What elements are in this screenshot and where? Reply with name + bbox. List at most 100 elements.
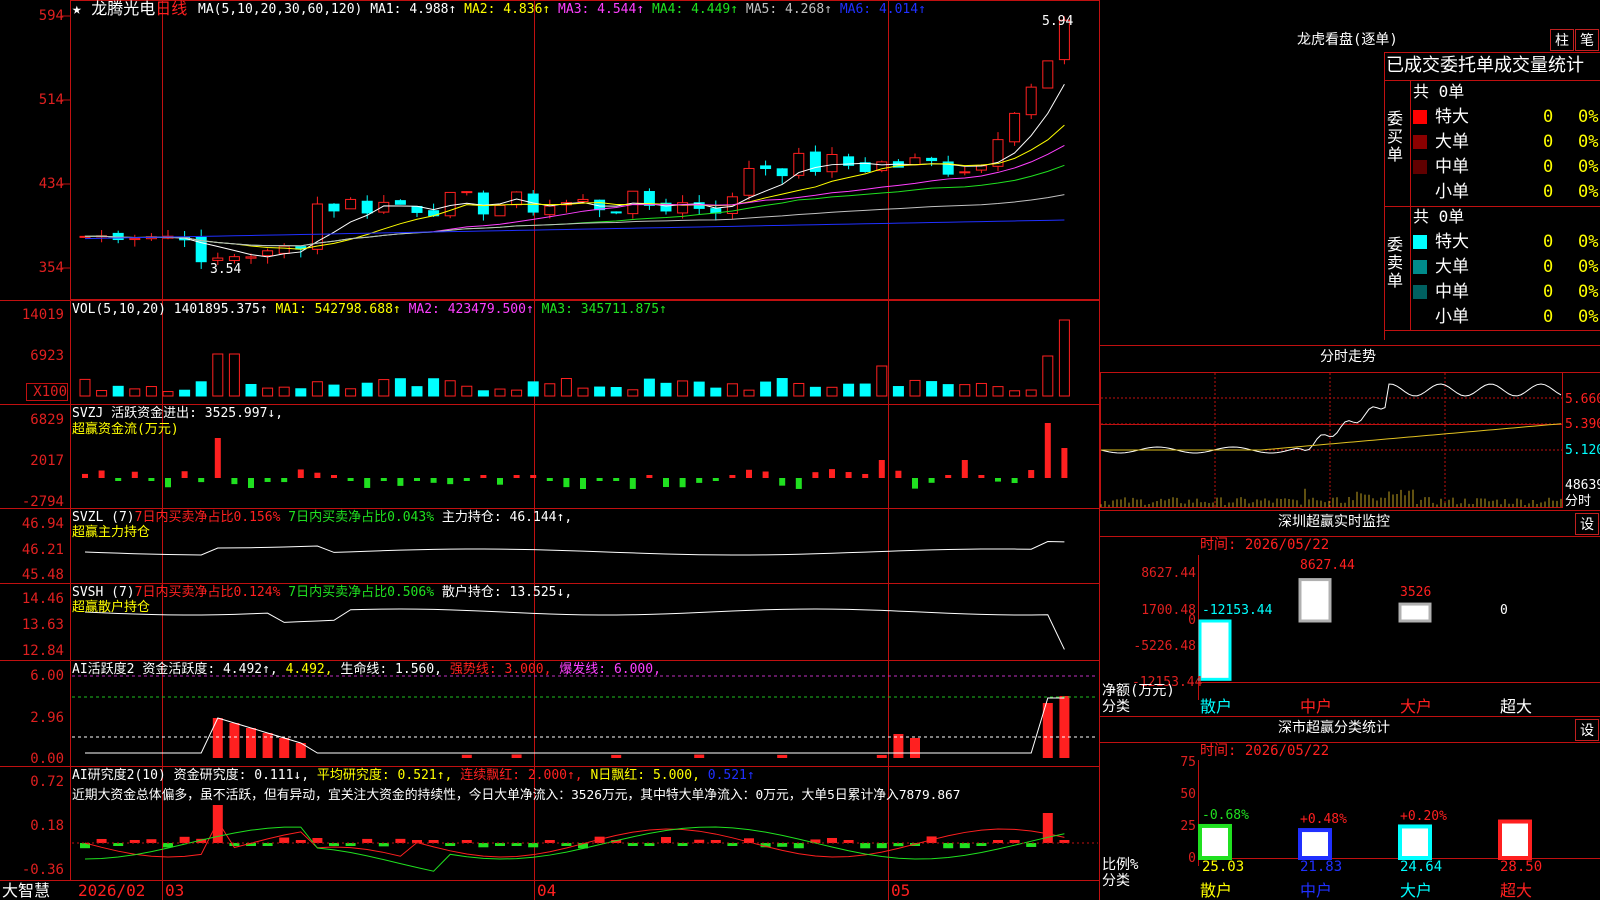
ai-yanjiu-c: 连续飘红: 2.000↑, xyxy=(460,768,583,783)
svzl-a: 7日内买卖净占比0.156% xyxy=(134,510,281,525)
ma30-line xyxy=(84,164,1065,247)
candle-body xyxy=(959,171,971,174)
ma10-line xyxy=(84,124,1065,250)
ai-huoyue-bar xyxy=(893,734,904,758)
ma6-value: MA6: 4.014↑ xyxy=(839,2,926,17)
volume-bar xyxy=(145,386,157,397)
volume-bar xyxy=(129,388,141,397)
svzj-bar xyxy=(414,478,420,481)
favorite-star-icon[interactable]: ★ xyxy=(72,0,82,18)
ai-huoyue-bar xyxy=(246,728,256,758)
row-name: 小单 xyxy=(1435,182,1469,202)
volume-bar xyxy=(975,382,987,397)
sz-cat-label: 分类 xyxy=(1102,699,1130,715)
volume-bar xyxy=(179,389,191,397)
fl-change-1: -0.68% xyxy=(1202,808,1249,823)
svzj-bar xyxy=(430,478,437,483)
sz-cat-4: 超大 xyxy=(1500,697,1533,716)
svzj-bar xyxy=(297,469,304,478)
volume-bar xyxy=(660,382,672,397)
svzj-bar xyxy=(779,478,786,486)
bar-mode-button[interactable]: 柱 xyxy=(1550,29,1574,51)
sz-monitor-title: 深圳超赢实时监控 xyxy=(1278,514,1390,530)
ai-yanjiu-bar xyxy=(943,843,954,849)
svsh-axis-3: 12.84 xyxy=(21,643,64,659)
volume-bar xyxy=(909,379,921,397)
ai-yanjiu-bar xyxy=(146,839,157,843)
candle-body xyxy=(345,198,357,210)
ai-yanjiu-bar xyxy=(860,843,871,849)
ai-huoyue-c: 生命线: 1.560, xyxy=(340,662,443,677)
main-chart-canvas[interactable] xyxy=(0,0,1600,900)
svzj-bar xyxy=(148,478,155,481)
svzj-bar xyxy=(762,471,769,478)
ai-huoyue-bar xyxy=(910,738,920,758)
candle-body xyxy=(776,168,788,177)
row-value: 0 xyxy=(1543,107,1554,127)
ai-yanjiu-bar xyxy=(179,836,190,843)
ai-huoyue-axis-1: 6.00 xyxy=(30,668,64,684)
volume-bar xyxy=(826,386,838,397)
svzj-bar xyxy=(480,475,487,478)
svzj-bar xyxy=(729,475,736,478)
ai-huoyue-legend: AI活跃度2 资金活跃度: 4.492↑, 4.492, 生命线: 1.560,… xyxy=(72,662,661,677)
candle-body xyxy=(378,201,390,213)
period-label[interactable]: 日线 xyxy=(155,0,187,18)
vol-legend: VOL(5,10,20) 1401895.375↑ MA1: 542798.68… xyxy=(72,302,667,317)
fenshi-axis-3: 5.120 xyxy=(1565,443,1600,458)
color-swatch-icon xyxy=(1413,260,1427,274)
date-axis-4: 05 xyxy=(891,881,911,900)
vol-ma3: MA3: 345711.875↑ xyxy=(541,302,667,317)
svzj-bar xyxy=(530,475,537,478)
sz-cat-1: 散户 xyxy=(1200,697,1233,716)
candle-body xyxy=(278,245,290,254)
svzj-bar xyxy=(912,478,918,489)
svzj-axis-2: 2017 xyxy=(30,453,64,469)
svzj-bar xyxy=(878,460,885,478)
fl-settings-button[interactable]: 设 xyxy=(1575,719,1599,741)
svzj-bar xyxy=(895,470,902,478)
svzj-bar xyxy=(281,478,288,483)
row-value: 0 xyxy=(1543,132,1554,152)
vol-unit-badge[interactable]: X100 xyxy=(26,383,68,401)
candle-body xyxy=(394,200,406,205)
candle-body xyxy=(876,161,888,172)
ai-yanjiu-name: AI研究度2(10) xyxy=(72,768,166,783)
ai-huoyue-bar xyxy=(876,754,887,758)
fenshi-axis-4: 48639 xyxy=(1565,478,1600,493)
svzl-b: 7日内买卖净占比0.043% xyxy=(288,510,435,525)
svzj-name: SVZJ xyxy=(72,406,104,421)
volume-bar xyxy=(1058,319,1070,397)
fenshi-title: 分时走势 xyxy=(1320,349,1376,365)
row-name: 中单 xyxy=(1435,157,1469,177)
fl-change-3: +0.20% xyxy=(1400,809,1447,824)
svzj-bar xyxy=(165,478,171,488)
fl-change-2: +0.48% xyxy=(1300,812,1347,827)
row-percent: 0% xyxy=(1578,157,1599,177)
ai-yanjiu-bar xyxy=(378,843,389,847)
fenshi-axis-2: 5.390 xyxy=(1565,417,1600,432)
volume-bar xyxy=(79,378,91,397)
ai-yanjiu-bar xyxy=(362,838,373,843)
volume-bar xyxy=(96,390,108,397)
vol-ma1: MA1: 542798.688↑ xyxy=(275,302,401,317)
candle-body xyxy=(760,165,772,170)
sell-orders-label: 委卖单 xyxy=(1387,235,1404,290)
fl-axis-3: 25 xyxy=(1180,819,1196,834)
fl-time: 时间: 2026/05/22 xyxy=(1200,743,1330,759)
svzj-bar xyxy=(712,478,719,481)
volume-bar xyxy=(511,389,523,397)
svzj-bar xyxy=(347,478,354,481)
volume-bar xyxy=(926,381,938,397)
sz-settings-button[interactable]: 设 xyxy=(1575,513,1599,535)
volume-bar xyxy=(793,382,805,397)
tick-mode-button[interactable]: 笔 xyxy=(1575,29,1599,51)
row-percent: 0% xyxy=(1578,257,1599,277)
svzj-bar xyxy=(978,475,985,478)
ai-huoyue-bar xyxy=(212,718,223,758)
svzj-bar xyxy=(497,478,503,485)
svzj-bar xyxy=(746,469,752,478)
svzj-bar xyxy=(679,478,686,488)
volume-bar xyxy=(245,383,257,397)
svzj-bar xyxy=(580,478,586,489)
